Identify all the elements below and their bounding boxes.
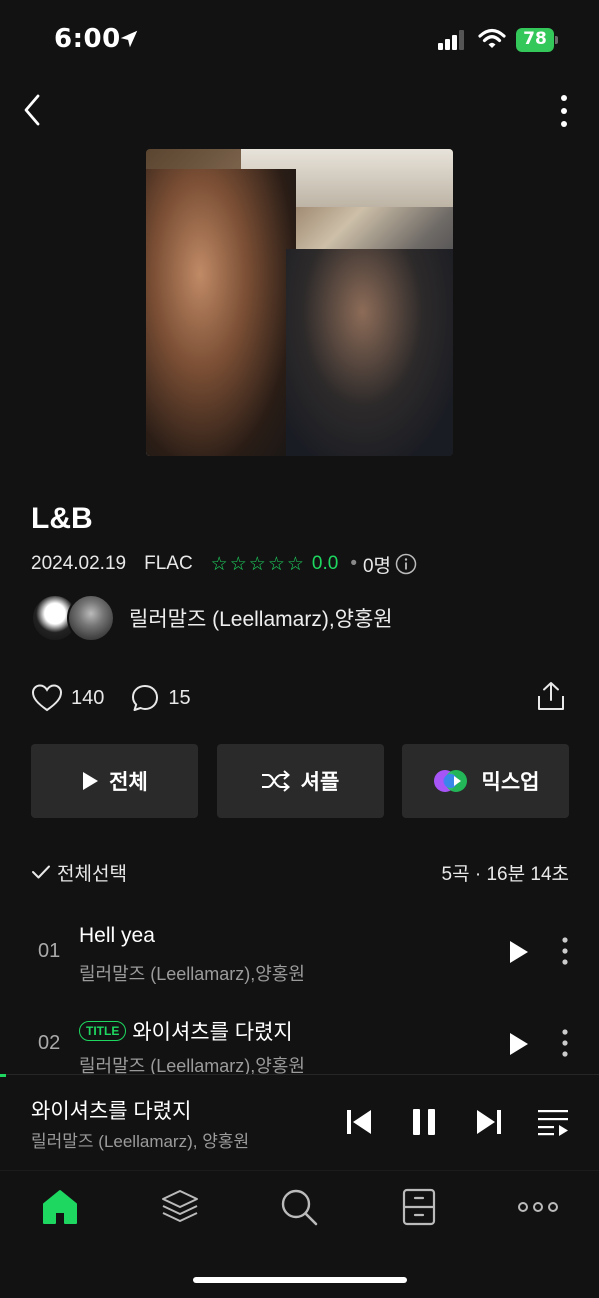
rating-value: 0.0 <box>311 553 339 574</box>
play-icon <box>83 772 99 790</box>
select-all-label: 전체선택 <box>57 863 127 885</box>
status-time: 6:00 <box>54 24 121 54</box>
track-play-icon[interactable] <box>508 1031 530 1057</box>
like-button[interactable]: 140 <box>31 683 104 713</box>
playlist-icon[interactable] <box>537 1107 569 1137</box>
play-all-button[interactable]: 전체 <box>31 744 198 818</box>
mini-player[interactable]: 와이셔츠를 다렸지 릴러말즈 (Leellamarz), 양홍원 <box>0 1074 599 1170</box>
track-number: 01 <box>38 940 61 962</box>
rating-stars[interactable]: ☆ ☆ ☆ ☆ ☆ <box>211 553 304 576</box>
more-horizontal-icon[interactable] <box>518 1187 558 1227</box>
release-date: 2024.02.19 <box>31 553 127 574</box>
action-buttons: 전체 셔플 믹스업 <box>31 744 569 818</box>
home-icon[interactable] <box>40 1187 80 1227</box>
pause-icon[interactable] <box>409 1107 439 1137</box>
shuffle-button[interactable]: 셔플 <box>216 744 384 818</box>
previous-track-icon[interactable] <box>344 1107 374 1137</box>
battery-level: 78 <box>523 29 547 49</box>
shuffle-label: 셔플 <box>300 771 340 794</box>
tab-bar <box>0 1170 599 1298</box>
track-row[interactable]: 01 Hell yea 릴러말즈 (Leellamarz),양홍원 <box>0 912 599 996</box>
more-vertical-icon[interactable] <box>552 94 576 128</box>
heart-icon <box>31 684 63 712</box>
comment-button[interactable]: 15 <box>130 683 191 713</box>
star-icon: ☆ <box>229 553 247 575</box>
star-icon: ☆ <box>248 553 266 575</box>
next-track-icon[interactable] <box>474 1107 504 1137</box>
now-playing-artist: 릴러말즈 (Leellamarz), 양홍원 <box>31 1132 250 1151</box>
track-title: TITLE 와이셔츠를 다렸지 <box>79 1016 293 1046</box>
cellular-signal-icon <box>438 30 464 50</box>
track-number: 02 <box>38 1032 61 1054</box>
track-summary: 5곡 · 16분 14초 <box>441 863 569 885</box>
star-icon: ☆ <box>286 553 304 575</box>
play-all-label: 전체 <box>109 771 148 794</box>
star-icon: ☆ <box>210 553 228 575</box>
back-chevron-icon[interactable] <box>18 92 48 128</box>
library-layers-icon[interactable] <box>160 1187 200 1227</box>
audio-format: FLAC <box>144 553 193 574</box>
album-cover <box>146 149 453 456</box>
now-playing-title: 와이셔츠를 다렸지 <box>31 1100 192 1123</box>
artist-avatar[interactable] <box>67 594 115 642</box>
track-title-text: Hell yea <box>79 924 155 947</box>
mixup-button[interactable]: 믹스업 <box>402 744 569 818</box>
comment-count: 15 <box>168 686 191 709</box>
mixup-label: 믹스업 <box>481 771 540 794</box>
mixup-logo-icon <box>433 770 467 792</box>
storage-drawer-icon[interactable] <box>399 1187 439 1227</box>
like-count: 140 <box>71 686 105 709</box>
track-title: Hell yea <box>79 924 155 948</box>
battery-indicator: 78 <box>516 28 558 52</box>
track-more-icon[interactable] <box>556 936 574 966</box>
playback-progress-bar[interactable] <box>0 1074 6 1077</box>
social-row: 140 15 <box>31 678 571 718</box>
track-more-icon[interactable] <box>556 1028 574 1058</box>
rating-count: 0명 <box>362 555 392 577</box>
search-icon[interactable] <box>279 1187 319 1227</box>
track-title-text: 와이셔츠를 다렸지 <box>132 1021 293 1044</box>
list-header: 전체선택 5곡 · 16분 14초 <box>31 856 569 888</box>
artist-names[interactable]: 릴러말즈 (Leellamarz),양홍원 <box>129 603 393 633</box>
artists-row[interactable]: 릴러말즈 (Leellamarz),양홍원 <box>31 593 393 643</box>
check-icon <box>32 865 50 879</box>
wifi-icon <box>478 28 506 48</box>
share-icon[interactable] <box>535 680 567 712</box>
album-title: L&B <box>31 502 93 535</box>
location-arrow-icon <box>120 30 138 48</box>
track-play-icon[interactable] <box>508 939 530 965</box>
track-artist: 릴러말즈 (Leellamarz),양홍원 <box>79 964 305 984</box>
title-badge: TITLE <box>79 1021 127 1041</box>
info-icon[interactable] <box>395 553 417 575</box>
album-meta: 2024.02.19 FLAC ☆ ☆ ☆ ☆ ☆ 0.0 • 0명 <box>31 550 417 578</box>
comment-icon <box>132 685 159 711</box>
home-indicator <box>193 1277 407 1283</box>
select-all-button[interactable]: 전체선택 <box>31 859 127 886</box>
shuffle-icon <box>261 770 290 792</box>
star-icon: ☆ <box>267 553 285 575</box>
